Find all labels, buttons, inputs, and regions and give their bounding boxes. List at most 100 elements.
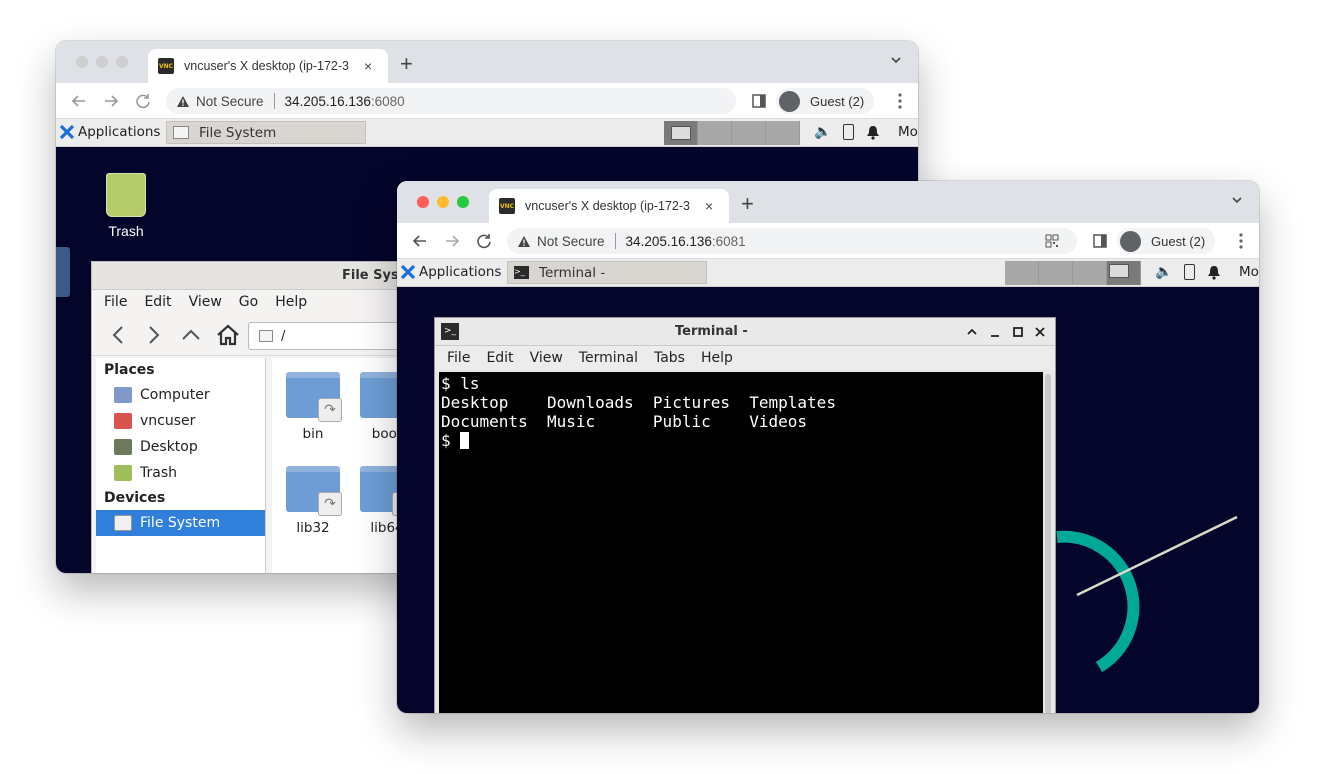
- menu-file[interactable]: File: [447, 350, 470, 366]
- new-tab-button[interactable]: +: [741, 191, 754, 217]
- qr-code-icon[interactable]: [1045, 234, 1059, 248]
- browser-tab[interactable]: VNC vncuser's X desktop (ip-172-3 ×: [489, 189, 729, 223]
- applications-menu[interactable]: Applications: [59, 124, 160, 140]
- up-chevron-icon[interactable]: [180, 324, 202, 346]
- desktop-icon: [114, 439, 132, 455]
- tab-search-chevron-icon[interactable]: [1231, 194, 1243, 206]
- terminal-output[interactable]: $ ls Desktop Downloads Pictures Template…: [439, 372, 1043, 713]
- computer-icon: [114, 387, 132, 403]
- menu-help[interactable]: Help: [275, 294, 307, 310]
- menu-go[interactable]: Go: [239, 294, 258, 310]
- profile-button[interactable]: Guest (2): [776, 88, 875, 114]
- file-manager-window[interactable]: File Sys File Edit View Go Help / Places…: [91, 261, 438, 573]
- home-icon[interactable]: [216, 324, 240, 346]
- minimize-icon[interactable]: [989, 326, 1001, 338]
- workspace-4[interactable]: [1107, 261, 1141, 285]
- reload-icon[interactable]: [473, 230, 495, 252]
- drive-icon: [114, 515, 132, 531]
- reload-icon[interactable]: [132, 90, 154, 112]
- browser-window-front[interactable]: VNC vncuser's X desktop (ip-172-3 × + No…: [397, 181, 1259, 713]
- sidebar-item-trash[interactable]: Trash: [96, 460, 265, 486]
- sidebar-item-desktop[interactable]: Desktop: [96, 434, 265, 460]
- workspace-1[interactable]: [664, 121, 698, 145]
- forward-arrow-icon[interactable]: [441, 230, 463, 252]
- workspace-4[interactable]: [766, 121, 800, 145]
- vnc-favicon-icon: VNC: [158, 58, 174, 74]
- terminal-titlebar[interactable]: >_ Terminal -: [435, 318, 1055, 346]
- workspace-3[interactable]: [732, 121, 766, 145]
- workspace-switcher[interactable]: [664, 121, 800, 145]
- forward-chevron-icon[interactable]: [144, 324, 164, 346]
- sidebar-item-vncuser[interactable]: vncuser: [96, 408, 265, 434]
- notification-bell-icon[interactable]: [1207, 265, 1221, 280]
- applications-label: Applications: [419, 264, 502, 280]
- zoom-window-button[interactable]: [457, 196, 469, 208]
- terminal-line: $ ls: [441, 374, 480, 393]
- menu-view[interactable]: View: [530, 350, 563, 366]
- taskbar-file-system[interactable]: File System: [166, 121, 366, 144]
- notification-bell-icon[interactable]: [866, 125, 880, 140]
- shade-chevron-icon[interactable]: [966, 326, 978, 338]
- folder-item[interactable]: ↷ lib32: [282, 466, 344, 536]
- maximize-icon[interactable]: [1012, 326, 1024, 338]
- menu-kebab-icon[interactable]: [898, 92, 902, 110]
- remote-desktop-area[interactable]: >_ Terminal - File Edit View Terminal Ta…: [397, 287, 1259, 713]
- back-arrow-icon[interactable]: [68, 90, 90, 112]
- menu-kebab-icon[interactable]: [1239, 232, 1243, 250]
- battery-icon[interactable]: [1184, 264, 1196, 280]
- taskbar-label: Terminal -: [539, 264, 606, 281]
- sidebar-item-computer[interactable]: Computer: [96, 382, 265, 408]
- omnibox-separator: [614, 233, 616, 249]
- terminal-scrollbar[interactable]: [1045, 374, 1051, 713]
- side-panel-icon[interactable]: [1093, 234, 1107, 248]
- address-bar[interactable]: Not Secure 34.205.16.136:6080: [166, 88, 736, 114]
- workspace-1[interactable]: [1005, 261, 1039, 285]
- menu-file[interactable]: File: [104, 294, 127, 310]
- battery-icon[interactable]: [843, 124, 855, 140]
- menu-tabs[interactable]: Tabs: [654, 350, 685, 366]
- back-arrow-icon[interactable]: [409, 230, 431, 252]
- taskbar-terminal[interactable]: >_ Terminal -: [507, 261, 707, 284]
- volume-muted-icon[interactable]: 🔈: [814, 124, 831, 140]
- profile-button[interactable]: Guest (2): [1117, 228, 1216, 254]
- terminal-line: Desktop Downloads Pictures Templates: [441, 393, 836, 412]
- minimize-window-button[interactable]: [437, 196, 449, 208]
- side-panel-icon[interactable]: [752, 94, 766, 108]
- menu-help[interactable]: Help: [701, 350, 733, 366]
- workspace-switcher[interactable]: [1005, 261, 1141, 285]
- close-window-button[interactable]: [76, 56, 88, 68]
- new-tab-button[interactable]: +: [400, 51, 413, 77]
- minimize-window-button[interactable]: [96, 56, 108, 68]
- trash-desktop-icon[interactable]: Trash: [100, 173, 152, 239]
- path-text: /: [281, 328, 286, 344]
- clock-label: Mo: [1239, 264, 1259, 280]
- window-controls: [76, 56, 128, 68]
- sidebar-handle[interactable]: [56, 247, 70, 297]
- forward-arrow-icon[interactable]: [100, 90, 122, 112]
- menu-edit[interactable]: Edit: [144, 294, 171, 310]
- menu-edit[interactable]: Edit: [486, 350, 513, 366]
- zoom-window-button[interactable]: [116, 56, 128, 68]
- address-bar[interactable]: Not Secure 34.205.16.136:6081: [507, 228, 1077, 254]
- file-manager-titlebar[interactable]: File Sys: [92, 262, 430, 290]
- folder-link-icon: ↷: [286, 466, 342, 516]
- close-icon[interactable]: [1034, 326, 1046, 338]
- terminal-window[interactable]: >_ Terminal - File Edit View Terminal Ta…: [434, 317, 1056, 713]
- browser-tab[interactable]: VNC vncuser's X desktop (ip-172-3 ×: [148, 49, 388, 83]
- tab-title: vncuser's X desktop (ip-172-3: [525, 199, 690, 213]
- workspace-2[interactable]: [698, 121, 732, 145]
- workspace-2[interactable]: [1039, 261, 1073, 285]
- back-chevron-icon[interactable]: [108, 324, 128, 346]
- volume-muted-icon[interactable]: 🔈: [1155, 264, 1172, 280]
- tab-close-icon[interactable]: ×: [364, 58, 372, 74]
- tab-close-icon[interactable]: ×: [705, 198, 713, 214]
- tab-search-chevron-icon[interactable]: [890, 54, 902, 66]
- folder-item[interactable]: ↷ bin: [282, 372, 344, 442]
- browser-toolbar: Not Secure 34.205.16.136:6081 Guest (2): [397, 223, 1259, 259]
- close-window-button[interactable]: [417, 196, 429, 208]
- applications-menu[interactable]: Applications: [400, 264, 501, 280]
- menu-terminal[interactable]: Terminal: [579, 350, 638, 366]
- menu-view[interactable]: View: [189, 294, 222, 310]
- sidebar-item-file-system[interactable]: File System: [96, 510, 265, 536]
- workspace-3[interactable]: [1073, 261, 1107, 285]
